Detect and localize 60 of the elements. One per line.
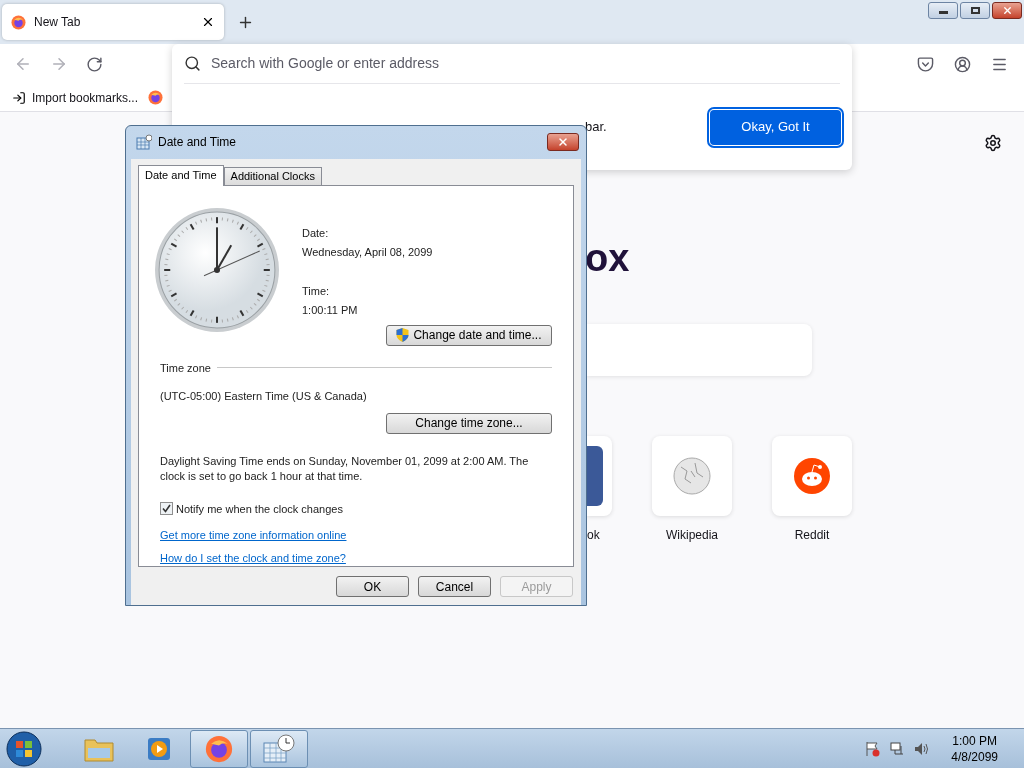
alien-logo-icon [793,457,831,495]
bookmark-item[interactable]: Import bookmarks... [32,88,139,107]
firefox-icon [11,14,26,30]
time-value: 1:00:11 PM [302,303,359,318]
flag-icon[interactable] [865,740,882,757]
close-button[interactable] [992,2,1022,19]
taskbar-button[interactable] [190,729,248,768]
shortcut-label: ok [587,527,600,544]
close-button[interactable] [547,133,579,152]
taskbar-date[interactable]: 4/8/2099 [951,748,998,765]
firefox-icon [148,90,164,105]
pocket-icon[interactable] [917,55,934,73]
browser-tab[interactable]: New Tab [2,4,224,40]
change-time-zone-button[interactable]: Change time zone... [386,412,552,434]
help-link[interactable]: How do I set the clock and time zone? [160,549,346,566]
dialog-button[interactable]: Cancel [418,576,491,597]
network-icon[interactable] [889,740,906,757]
okay-button[interactable]: Okay, Got It [710,109,841,145]
dialog-tab[interactable]: Additional Clocks [223,166,322,185]
minimize-button[interactable] [928,2,958,19]
settings-icon[interactable] [984,134,1002,152]
help-link[interactable]: Get more time zone information online [160,527,347,544]
change-date-time-button[interactable]: Change date and time... [386,324,552,346]
time-zone-text: (UTC-05:00) Eastern Time (US & Canada) [160,389,368,404]
checkbox-label: Notify me when the clock changes [176,501,343,517]
section-heading: Time zone [160,360,211,376]
close-icon[interactable] [201,15,215,29]
account-icon[interactable] [954,55,971,73]
dialog-button[interactable]: OK [336,576,409,597]
shortcut-tile[interactable] [587,436,612,516]
close-icon [557,136,569,149]
shield-icon [396,328,410,342]
dialog-tab[interactable]: Date and Time [138,164,224,186]
search-icon [184,55,201,72]
shortcut-label: Reddit [794,527,830,544]
close-icon [1001,5,1013,16]
square-logo-icon [587,446,603,506]
shortcut-label: Wikipedia [666,527,718,544]
new-tab-icon[interactable] [237,14,254,31]
logo-wordmark: ox [585,239,630,277]
daylight-saving-note: Daylight Saving Time ends on Sunday, November 01, 2099 at 2:00 AM. The clock is set to go back 1 hour at that time. [160,453,530,484]
shortcut-tile[interactable] [772,436,852,516]
restore-button[interactable] [960,2,990,19]
firefox-icon [205,734,233,763]
notice-text: bar. [585,118,607,137]
date-value: Wednesday, April 08, 2099 [302,245,434,260]
shortcut-tile[interactable] [652,436,732,516]
globe-icon [673,457,711,495]
taskbar-button[interactable] [250,729,308,768]
date-label: Date: [302,225,330,241]
reload-icon[interactable] [86,55,103,73]
import-icon [12,90,26,105]
calendar-clock-icon [263,733,295,764]
play-icon [146,735,172,762]
dialog-title: Date and Time [158,134,237,152]
start-orb-icon[interactable] [4,729,44,768]
time-label: Time: [302,283,331,299]
taskbar-time[interactable]: 1:00 PM [952,732,997,749]
calendar-icon [136,134,152,151]
checkbox[interactable] [160,502,173,516]
